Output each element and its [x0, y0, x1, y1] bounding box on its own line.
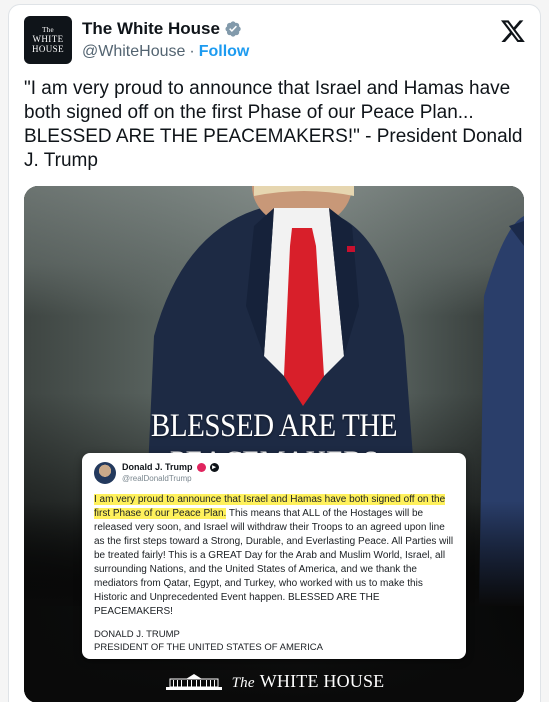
brand-text: The WHITE HOUSE — [232, 671, 385, 692]
name-row: The White House — [82, 19, 242, 39]
tweet-media-image[interactable]: BLESSED ARE THE PEACEMAKERS Donald J. Tr… — [24, 186, 524, 702]
avatar-text-white: WHITE — [32, 34, 64, 44]
embedded-post-signature: DONALD J. TRUMP PRESIDENT OF THE UNITED … — [94, 628, 456, 654]
tweet-header: The WHITE HOUSE The White House @WhiteHo… — [24, 16, 530, 68]
separator: · — [189, 43, 195, 60]
x-logo-icon[interactable] — [500, 18, 526, 44]
avatar-text-house: HOUSE — [31, 44, 64, 54]
red-badge-icon — [196, 462, 206, 472]
embedded-post-text: This means that ALL of the Hostages will… — [94, 508, 454, 617]
media-brand-footer: The WHITE HOUSE — [24, 671, 524, 692]
dark-badge-icon: ▸ — [209, 462, 219, 472]
handle[interactable]: @WhiteHouse — [82, 43, 185, 61]
signature-title: PRESIDENT OF THE UNITED STATES OF AMERIC… — [94, 642, 323, 653]
white-house-building-icon — [165, 673, 222, 690]
embedded-post-name-row: Donald J. Trump ▸ — [122, 462, 219, 472]
follow-button[interactable]: Follow — [199, 43, 250, 61]
brand-text-the: The — [231, 675, 255, 691]
tweet-card[interactable]: The WHITE HOUSE The White House @WhiteHo… — [8, 4, 541, 702]
embedded-post-body: I am very proud to announce that Israel … — [94, 493, 456, 619]
tweet-text: "I am very proud to announce that Israel… — [24, 78, 523, 171]
verified-badge-icon — [225, 21, 241, 37]
brand-text-name: WHITE HOUSE — [259, 671, 385, 691]
avatar[interactable]: The WHITE HOUSE — [24, 16, 72, 64]
display-name[interactable]: The White House — [82, 19, 220, 39]
embedded-post-handle: @realDonaldTrump — [122, 474, 192, 483]
embedded-post-card: Donald J. Trump ▸ @realDonaldTrump I am … — [82, 453, 466, 659]
avatar-text-the: The — [42, 26, 54, 34]
embedded-post-avatar — [94, 462, 116, 484]
embedded-post-name: Donald J. Trump — [122, 462, 193, 472]
signature-name: DONALD J. TRUMP — [94, 629, 180, 640]
handle-row: @WhiteHouse · Follow — [82, 43, 249, 61]
